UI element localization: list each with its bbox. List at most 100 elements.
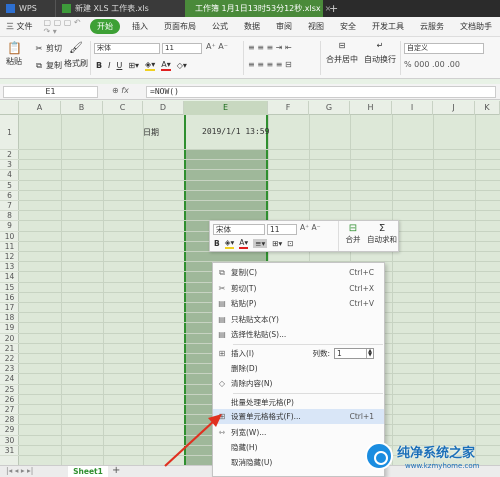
mini-merge-button[interactable]: ⊟ 合并 (342, 223, 364, 245)
quick-access-icons[interactable]: ▢ ▢ ▢ ↶ ↷ ▾ (41, 18, 86, 36)
cut-button[interactable]: ✂ 剪切 (34, 43, 62, 54)
select-all-corner[interactable] (0, 101, 19, 115)
mini-font-name[interactable]: 宋体 (213, 224, 265, 235)
tab-wps[interactable]: WPS (0, 0, 55, 17)
menu-item-paste[interactable]: ▤ 粘贴(P) Ctrl+V (213, 296, 384, 311)
zoom-icon[interactable]: ⊕ (112, 86, 119, 95)
row-header[interactable]: 2 (0, 150, 19, 161)
name-box[interactable]: E1 (3, 86, 98, 98)
number-format-select[interactable]: 自定义 (404, 43, 484, 54)
column-header-f[interactable]: F (268, 101, 309, 115)
fx-icon[interactable]: fx (121, 86, 129, 95)
row-header[interactable]: 14 (0, 272, 19, 283)
menu-item-format-cells[interactable]: ⊞ 设置单元格格式(F)... Ctrl+1 (213, 409, 384, 424)
column-header-d[interactable]: D (143, 101, 184, 115)
column-header-k[interactable]: K (475, 101, 500, 115)
fill-color-icon[interactable]: ◈▾ (145, 60, 156, 71)
column-header-g[interactable]: G (309, 101, 350, 115)
menu-developer[interactable]: 开发工具 (364, 21, 412, 32)
menu-insert[interactable]: 插入 (124, 21, 156, 32)
menu-item-cut[interactable]: ✂ 剪切(T) Ctrl+X (213, 281, 384, 296)
menu-formula[interactable]: 公式 (204, 21, 236, 32)
copy-button[interactable]: ⧉ 复制 (34, 60, 62, 71)
row-header[interactable]: 25 (0, 385, 19, 395)
menu-page-layout[interactable]: 页面布局 (156, 21, 204, 32)
wrap-text-button[interactable]: ↵ 自动换行 (364, 41, 396, 65)
underline-icon[interactable]: U (116, 61, 122, 70)
row-header[interactable]: 12 (0, 252, 19, 263)
menu-item-batch[interactable]: 批量处理单元格(P) (213, 395, 384, 410)
row-header[interactable]: 16 (0, 293, 19, 303)
row-header[interactable]: 20 (0, 334, 19, 344)
cell-d1[interactable]: 日期 (143, 127, 159, 138)
row-header[interactable]: 3 (0, 160, 19, 171)
column-header-e[interactable]: E (184, 101, 268, 115)
row-header[interactable]: 6 (0, 191, 19, 201)
menu-security[interactable]: 安全 (332, 21, 364, 32)
font-name-select[interactable]: 宋体 (94, 43, 160, 54)
font-size-select[interactable]: 11 (162, 43, 202, 54)
row-header[interactable]: 31 (0, 446, 19, 456)
menu-item-column-width[interactable]: ⇿ 列宽(W)... (213, 425, 384, 440)
column-header-i[interactable]: I (392, 101, 433, 115)
spinner-icon[interactable]: ▲ ▼ (366, 349, 373, 358)
row-header[interactable]: 10 (0, 232, 19, 242)
cell-e1-value[interactable]: 2019/1/1 13:59 (202, 127, 269, 136)
italic-icon[interactable]: I (108, 61, 110, 70)
menu-item-insert[interactable]: ⊞ 插入(I) 列数: 1 ▲ ▼ (213, 346, 384, 361)
tab-new-xls[interactable]: 新建 XLS 工作表.xls (55, 0, 185, 17)
column-header-c[interactable]: C (103, 101, 143, 115)
row-header[interactable]: 27 (0, 405, 19, 416)
bold-icon[interactable]: B (96, 61, 102, 70)
merge-center-button[interactable]: ⊟ 合并居中 (326, 41, 358, 65)
row-header[interactable]: 7 (0, 201, 19, 212)
row-header[interactable]: 28 (0, 415, 19, 426)
tab-workbook[interactable]: 工作簿 1月1日13时53分12秒.xlsx × (185, 0, 331, 17)
mini-bold-button[interactable]: B (214, 239, 220, 248)
row-header[interactable]: 19 (0, 323, 19, 334)
row-header[interactable]: 17 (0, 303, 19, 314)
menu-item-clear[interactable]: ◇ 清除内容(N) (213, 376, 384, 391)
menu-item-delete[interactable]: 删除(D) (213, 361, 384, 376)
mini-fill-icon[interactable]: ⊡ (287, 239, 293, 248)
formula-input[interactable]: =NOW() (146, 86, 496, 98)
row-header[interactable]: 30 (0, 436, 19, 446)
fx-icons[interactable]: ⊕ fx (112, 86, 129, 95)
menu-start[interactable]: 开始 (90, 19, 120, 34)
mini-fill-color-icon[interactable]: ◈▾ (224, 238, 235, 249)
mini-font-grow-shrink[interactable]: A⁺ A⁻ (300, 223, 321, 232)
font-color-icon[interactable]: A▾ (161, 60, 171, 71)
row-header[interactable]: 22 (0, 354, 19, 365)
menu-item-paste-special[interactable]: ▤ 选择性粘贴(S)... (213, 327, 384, 342)
menu-item-copy[interactable]: ⧉ 复制(C) Ctrl+C (213, 265, 384, 280)
border-icon[interactable]: ⊞▾ (128, 61, 139, 70)
mini-align-icon[interactable]: ≡▾ (253, 239, 268, 248)
column-header-a[interactable]: A (19, 101, 61, 115)
mini-autosum-button[interactable]: Σ 自动求和 (366, 223, 398, 245)
menu-item-unhide[interactable]: 取消隐藏(U) (213, 455, 384, 470)
align-bottom-row[interactable]: ≡ ≡ ≡ ≡ ⊟ (248, 60, 292, 69)
eraser-icon[interactable]: ◇▾ (177, 61, 187, 70)
mini-font-size[interactable]: 11 (267, 224, 297, 235)
mini-border-icon[interactable]: ⊞▾ (272, 239, 282, 248)
format-painter-button[interactable]: 🖌 格式刷 (64, 42, 88, 69)
column-count-input[interactable]: 1 ▲ ▼ (334, 348, 374, 359)
column-header-h[interactable]: H (350, 101, 392, 115)
column-header-b[interactable]: B (61, 101, 103, 115)
menu-data[interactable]: 数据 (236, 21, 268, 32)
row-header[interactable]: 13 (0, 262, 19, 273)
number-format-buttons[interactable]: % 000 .00 .00 (404, 60, 460, 69)
row-header[interactable]: 21 (0, 344, 19, 354)
new-tab-button[interactable]: + (323, 2, 344, 15)
row-header[interactable]: 9 (0, 221, 19, 232)
row-header[interactable]: 24 (0, 374, 19, 385)
row-header[interactable]: 29 (0, 425, 19, 436)
row-header[interactable]: 26 (0, 395, 19, 405)
add-sheet-button[interactable]: + (112, 465, 120, 476)
menu-item-hide[interactable]: 隐藏(H) (213, 440, 384, 455)
menu-view[interactable]: 视图 (300, 21, 332, 32)
menu-doc-assistant[interactable]: 文档助手 (452, 21, 500, 32)
row-header[interactable]: 18 (0, 313, 19, 324)
font-grow-shrink[interactable]: A⁺ A⁻ (206, 42, 228, 51)
row-header[interactable]: 23 (0, 364, 19, 375)
